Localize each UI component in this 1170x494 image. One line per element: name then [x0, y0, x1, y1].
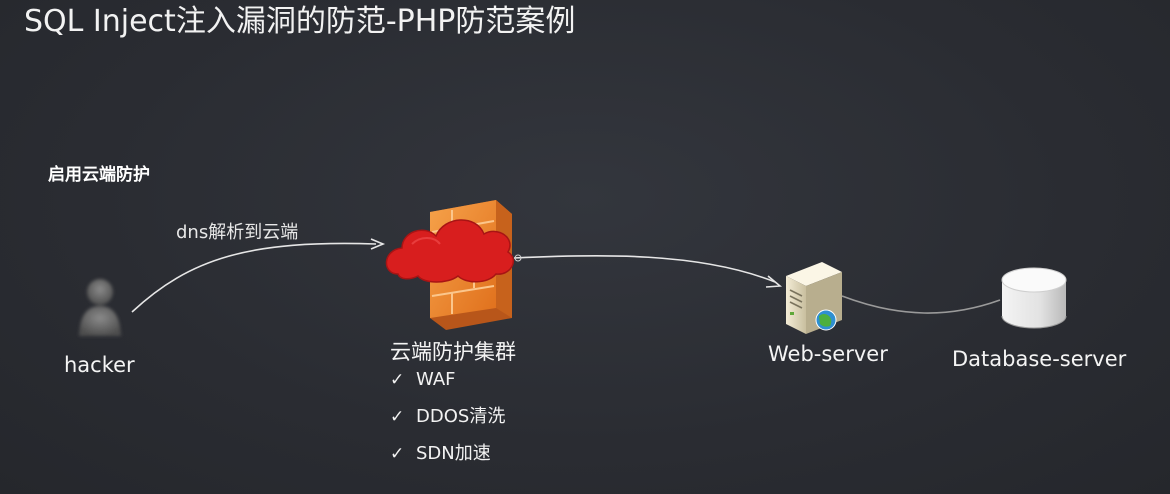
feature-list: ✓ WAF ✓ DDOS清洗 ✓ SDN加速 [390, 366, 505, 477]
check-icon: ✓ [390, 444, 405, 464]
feature-item: ✓ WAF [390, 366, 505, 403]
network-diagram [79, 200, 1067, 336]
check-icon: ✓ [390, 370, 405, 390]
hacker-label: hacker [64, 353, 135, 377]
feature-item: ✓ DDOS清洗 [390, 403, 505, 440]
dns-edge-label: dns解析到云端 [176, 222, 299, 243]
cloud-cluster-label: 云端防护集群 [390, 340, 516, 364]
web-server-label: Web-server [768, 342, 888, 366]
arrow-cloud-to-webserver [513, 254, 783, 288]
database-cylinder-icon [1001, 267, 1067, 329]
feature-label: SDN加速 [416, 443, 491, 464]
check-icon: ✓ [390, 407, 405, 427]
hacker-icon [79, 279, 121, 336]
slide: SQL Inject注入漏洞的防范-PHP防范案例 启用云端防护 dns解析到云… [0, 0, 1170, 494]
link-webserver-to-database [841, 295, 1001, 314]
feature-label: DDOS清洗 [416, 406, 506, 427]
database-server-label: Database-server [952, 347, 1127, 371]
server-globe-icon [786, 262, 842, 334]
feature-label: WAF [416, 369, 456, 390]
feature-item: ✓ SDN加速 [390, 440, 505, 477]
arrow-hacker-to-cloud [131, 238, 386, 313]
